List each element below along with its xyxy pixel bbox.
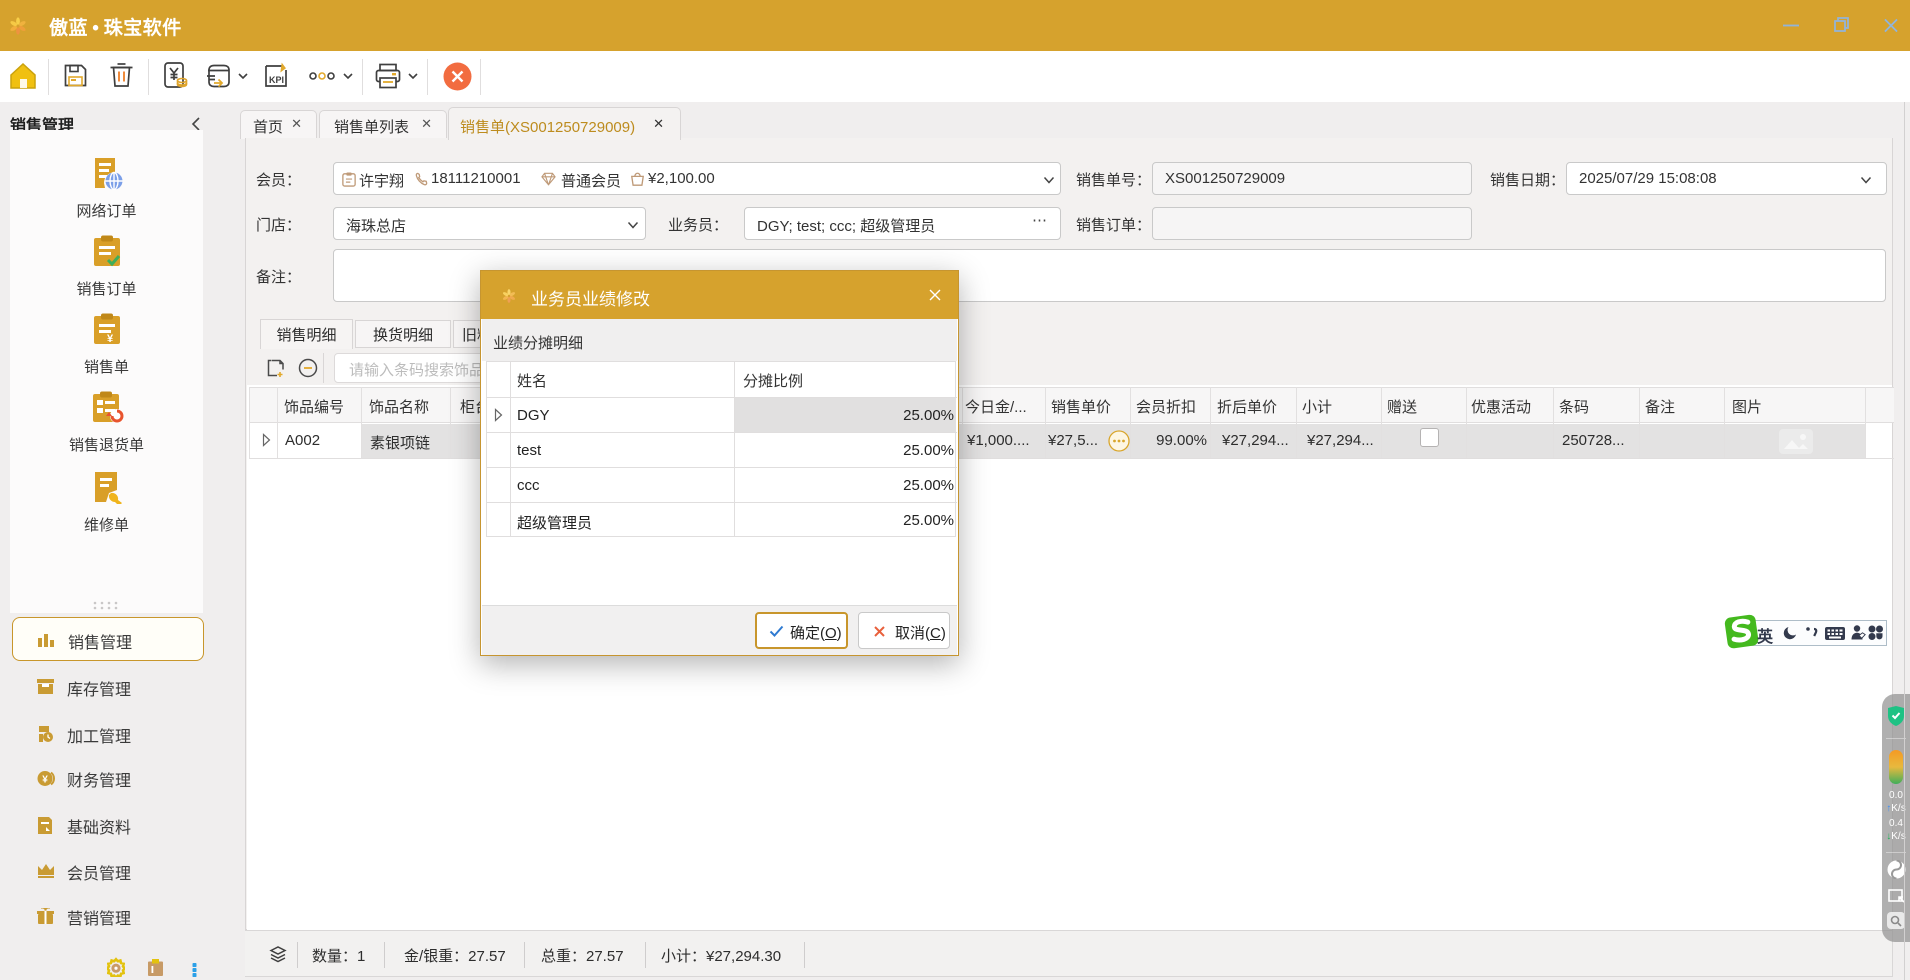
svg-text:KPI: KPI: [269, 75, 284, 85]
svg-text:¥: ¥: [42, 775, 48, 786]
svg-text:¥: ¥: [107, 333, 114, 345]
